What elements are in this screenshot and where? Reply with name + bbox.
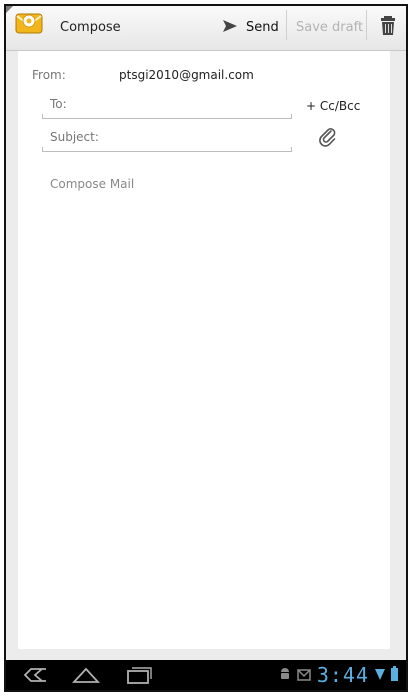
subject-placeholder: Subject:	[50, 130, 99, 144]
back-button[interactable]	[22, 665, 48, 685]
compose-title: Compose	[60, 20, 121, 35]
mail-app-icon[interactable]	[14, 10, 44, 36]
status-area[interactable]: 3:44	[279, 665, 398, 685]
from-account[interactable]: ptsgi2010@gmail.com	[119, 68, 254, 82]
home-icon	[71, 667, 101, 683]
back-icon	[23, 668, 46, 682]
clock: 3:44	[316, 663, 369, 687]
subject-field[interactable]: Subject:	[42, 126, 292, 152]
save-draft-button[interactable]: Save draft	[296, 20, 363, 35]
send-label: Send	[246, 19, 279, 35]
overflow-corner-indicator	[6, 6, 13, 13]
send-icon	[222, 18, 238, 37]
recent-apps-button[interactable]	[126, 665, 152, 685]
attach-icon	[319, 128, 336, 147]
cc-bcc-button[interactable]: + Cc/Bcc	[306, 99, 360, 113]
action-divider	[286, 10, 287, 40]
trash-icon	[381, 16, 395, 35]
recent-apps-icon	[127, 667, 152, 684]
home-button[interactable]	[71, 665, 101, 685]
attach-button[interactable]	[318, 127, 338, 147]
wifi-icon	[375, 666, 385, 685]
message-body-field[interactable]: Compose Mail	[42, 170, 372, 630]
body-placeholder: Compose Mail	[50, 177, 135, 191]
to-field[interactable]: To:	[42, 93, 292, 119]
send-button[interactable]: Send	[222, 14, 279, 40]
action-divider	[366, 10, 367, 40]
discard-button[interactable]	[378, 14, 398, 38]
gmail-notification-icon	[297, 666, 311, 685]
system-nav-bar: 3:44	[6, 660, 406, 690]
battery-icon	[391, 665, 398, 685]
from-label: From:	[32, 68, 66, 82]
to-placeholder: To:	[50, 97, 67, 111]
android-icon	[279, 666, 291, 685]
